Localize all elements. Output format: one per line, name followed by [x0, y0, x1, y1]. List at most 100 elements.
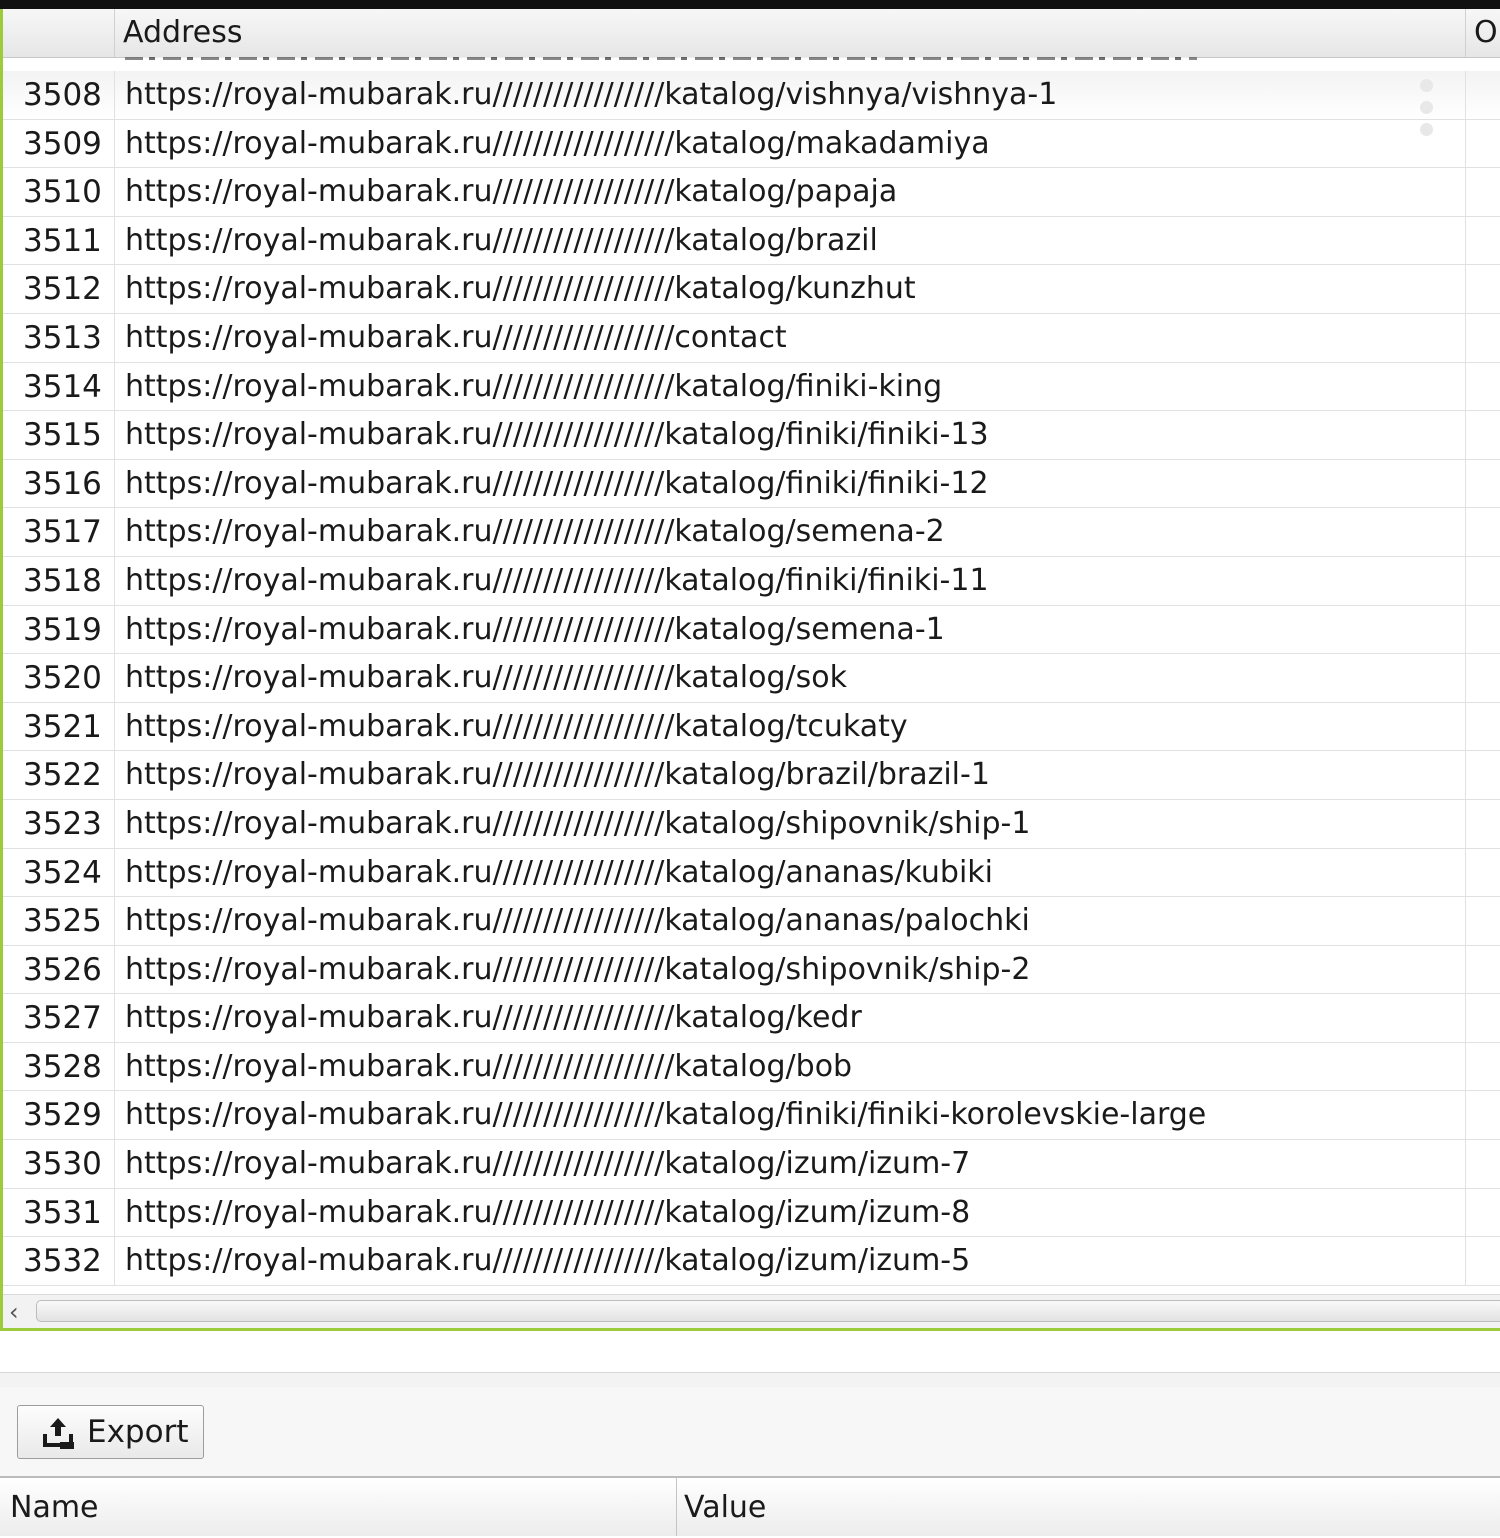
next-column-cell[interactable]: [1466, 1091, 1500, 1139]
table-row[interactable]: 3513 https://royal-mubarak.ru////////////…: [3, 313, 1500, 363]
table-row[interactable]: 3512 https://royal-mubarak.ru////////////…: [3, 265, 1500, 314]
next-column-cell[interactable]: [1466, 1043, 1500, 1091]
next-column-cell[interactable]: [1466, 800, 1500, 848]
table-row[interactable]: 3509 https://royal-mubarak.ru////////////…: [3, 119, 1500, 169]
address-cell[interactable]: https://royal-mubarak.ru////////////////…: [115, 702, 1466, 751]
next-column-cell[interactable]: [1466, 557, 1500, 605]
table-row[interactable]: 3532 https://royal-mubarak.ru////////////…: [3, 1237, 1500, 1286]
next-column-cell[interactable]: [1466, 994, 1500, 1042]
table-row[interactable]: 3530 https://royal-mubarak.ru////////////…: [3, 1140, 1500, 1189]
table-row[interactable]: 3526 https://royal-mubarak.ru////////////…: [3, 945, 1500, 995]
next-column-cell[interactable]: [1466, 508, 1500, 556]
row-number: 3518: [3, 556, 115, 605]
table-row[interactable]: 3524 https://royal-mubarak.ru////////////…: [3, 848, 1500, 898]
next-column-cell[interactable]: [1466, 849, 1500, 897]
next-column-cell[interactable]: [1466, 314, 1500, 362]
clipped-row-text: [125, 57, 1197, 60]
address-cell[interactable]: https://royal-mubarak.ru////////////////…: [115, 508, 1466, 556]
address-cell[interactable]: https://royal-mubarak.ru////////////////…: [115, 848, 1466, 897]
export-button[interactable]: Export: [17, 1405, 204, 1459]
table-row[interactable]: 3516 https://royal-mubarak.ru////////////…: [3, 459, 1500, 509]
address-cell[interactable]: https://royal-mubarak.ru////////////////…: [115, 799, 1466, 848]
table-row[interactable]: 3519 https://royal-mubarak.ru////////////…: [3, 605, 1500, 655]
table-row[interactable]: 3508 https://royal-mubarak.ru////////////…: [3, 71, 1500, 120]
row-number: 3511: [3, 216, 115, 265]
address-cell[interactable]: https://royal-mubarak.ru////////////////…: [115, 459, 1466, 508]
row-number: 3515: [3, 411, 115, 459]
table-row[interactable]: 3527 https://royal-mubarak.ru////////////…: [3, 994, 1500, 1043]
table-row[interactable]: 3514 https://royal-mubarak.ru////////////…: [3, 362, 1500, 412]
address-cell[interactable]: https://royal-mubarak.ru////////////////…: [115, 751, 1466, 799]
row-number: 3512: [3, 265, 115, 313]
next-column-cell[interactable]: [1466, 363, 1500, 411]
address-cell[interactable]: https://royal-mubarak.ru////////////////…: [115, 411, 1466, 459]
address-cell[interactable]: https://royal-mubarak.ru////////////////…: [115, 654, 1466, 702]
table-row[interactable]: 3515 https://royal-mubarak.ru////////////…: [3, 411, 1500, 460]
address-cell[interactable]: https://royal-mubarak.ru////////////////…: [115, 216, 1466, 265]
next-column-cell[interactable]: [1466, 71, 1500, 119]
column-header-next[interactable]: O: [1466, 9, 1500, 57]
address-cell[interactable]: https://royal-mubarak.ru////////////////…: [115, 168, 1466, 216]
next-column-cell[interactable]: [1466, 265, 1500, 313]
panel-splitter[interactable]: [0, 1372, 1500, 1388]
next-column-cell[interactable]: [1466, 120, 1500, 168]
address-cell[interactable]: https://royal-mubarak.ru////////////////…: [115, 1091, 1466, 1140]
table-row[interactable]: 3510 https://royal-mubarak.ru////////////…: [3, 168, 1500, 217]
url-table: Address O 3508 https://royal-mubarak.ru//…: [0, 9, 1500, 1331]
next-column-cell[interactable]: [1466, 654, 1500, 702]
next-column-cell[interactable]: [1466, 1189, 1500, 1237]
table-row[interactable]: 3528 https://royal-mubarak.ru////////////…: [3, 1042, 1500, 1092]
chevron-left-icon[interactable]: ‹: [9, 1298, 19, 1326]
address-cell[interactable]: https://royal-mubarak.ru////////////////…: [115, 313, 1466, 362]
next-column-cell[interactable]: [1466, 168, 1500, 216]
next-column-cell[interactable]: [1466, 751, 1500, 799]
next-column-cell[interactable]: [1466, 946, 1500, 994]
table-row[interactable]: 3520 https://royal-mubarak.ru////////////…: [3, 654, 1500, 703]
address-cell[interactable]: https://royal-mubarak.ru////////////////…: [115, 605, 1466, 654]
column-header-value[interactable]: Value: [677, 1478, 1500, 1536]
row-options-icon[interactable]: [1417, 79, 1435, 137]
next-column-cell[interactable]: [1466, 606, 1500, 654]
table-row[interactable]: 3529 https://royal-mubarak.ru////////////…: [3, 1091, 1500, 1141]
table-row[interactable]: 3525 https://royal-mubarak.ru////////////…: [3, 897, 1500, 946]
table-row[interactable]: 3522 https://royal-mubarak.ru////////////…: [3, 751, 1500, 800]
horizontal-scrollbar[interactable]: ‹: [3, 1294, 1500, 1328]
next-column-cell[interactable]: [1466, 1237, 1500, 1285]
address-cell[interactable]: https://royal-mubarak.ru////////////////…: [115, 1237, 1466, 1285]
address-cell[interactable]: https://royal-mubarak.ru////////////////…: [115, 945, 1466, 994]
export-icon: [43, 1418, 74, 1449]
table-row[interactable]: 3521 https://royal-mubarak.ru////////////…: [3, 702, 1500, 752]
row-number: 3525: [3, 897, 115, 945]
address-cell[interactable]: https://royal-mubarak.ru////////////////…: [115, 1188, 1466, 1237]
scrollbar-thumb[interactable]: [36, 1300, 1500, 1322]
address-cell[interactable]: https://royal-mubarak.ru////////////////…: [115, 1140, 1466, 1188]
table-row[interactable]: 3531 https://royal-mubarak.ru////////////…: [3, 1188, 1500, 1238]
address-cell[interactable]: https://royal-mubarak.ru////////////////…: [115, 1042, 1466, 1091]
row-number: 3516: [3, 459, 115, 508]
column-header-number[interactable]: [3, 9, 115, 57]
next-column-cell[interactable]: [1466, 411, 1500, 459]
row-number: 3532: [3, 1237, 115, 1285]
properties-table-header: Name Value: [0, 1476, 1500, 1536]
next-column-cell[interactable]: [1466, 703, 1500, 751]
table-row[interactable]: 3511 https://royal-mubarak.ru////////////…: [3, 216, 1500, 266]
next-column-cell[interactable]: [1466, 217, 1500, 265]
address-cell[interactable]: https://royal-mubarak.ru////////////////…: [115, 265, 1466, 313]
address-cell[interactable]: https://royal-mubarak.ru////////////////…: [115, 556, 1466, 605]
next-column-cell[interactable]: [1466, 1140, 1500, 1188]
address-cell[interactable]: https://royal-mubarak.ru////////////////…: [115, 119, 1466, 168]
address-cell[interactable]: https://royal-mubarak.ru////////////////…: [115, 897, 1466, 945]
column-header-name[interactable]: Name: [0, 1478, 677, 1536]
row-number: 3509: [3, 119, 115, 168]
address-cell[interactable]: https://royal-mubarak.ru////////////////…: [115, 994, 1466, 1042]
row-number: 3527: [3, 994, 115, 1042]
next-column-cell[interactable]: [1466, 460, 1500, 508]
address-cell[interactable]: https://royal-mubarak.ru////////////////…: [115, 71, 1466, 119]
table-row[interactable]: 3517 https://royal-mubarak.ru////////////…: [3, 508, 1500, 557]
row-number: 3531: [3, 1188, 115, 1237]
column-header-address[interactable]: Address: [115, 9, 1466, 57]
table-row[interactable]: 3518 https://royal-mubarak.ru////////////…: [3, 556, 1500, 606]
next-column-cell[interactable]: [1466, 897, 1500, 945]
address-cell[interactable]: https://royal-mubarak.ru////////////////…: [115, 362, 1466, 411]
table-row[interactable]: 3523 https://royal-mubarak.ru////////////…: [3, 799, 1500, 849]
